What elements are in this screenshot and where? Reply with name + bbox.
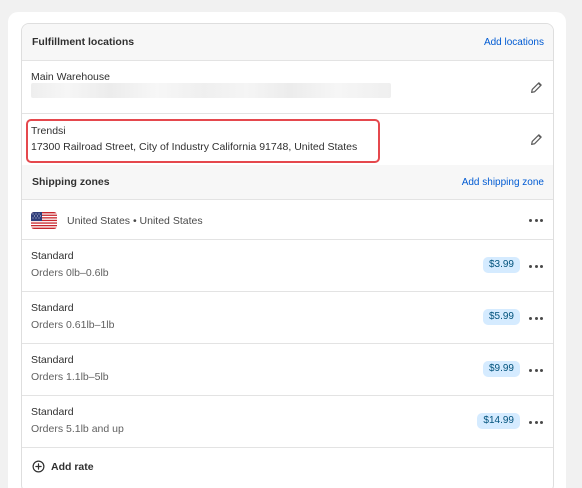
add-rate-button[interactable]: Add rate bbox=[32, 460, 94, 473]
us-flag-icon bbox=[31, 212, 57, 229]
shipping-zones-header: Shipping zones Add shipping zone bbox=[22, 165, 553, 199]
rate-name: Standard bbox=[31, 406, 74, 418]
more-actions-icon[interactable] bbox=[529, 315, 543, 321]
rate-condition: Orders 0lb–0.6lb bbox=[31, 267, 109, 279]
zone-label: United States • United States bbox=[67, 215, 203, 227]
location-row-trendsi: Trendsi 17300 Railroad Street, City of I… bbox=[22, 113, 553, 165]
location-address: 17300 Railroad Street, City of Industry … bbox=[31, 141, 358, 153]
add-shipping-zone-link[interactable]: Add shipping zone bbox=[462, 177, 544, 188]
location-name: Trendsi bbox=[31, 125, 66, 137]
zone-row-united-states: United States • United States bbox=[22, 199, 553, 239]
more-actions-icon[interactable] bbox=[529, 367, 543, 373]
rate-price-badge: $14.99 bbox=[477, 413, 520, 429]
rate-condition: Orders 1.1lb–5lb bbox=[31, 371, 109, 383]
rate-row: Standard Orders 1.1lb–5lb $9.99 bbox=[22, 343, 553, 395]
shipping-settings-card: Fulfillment locations Add locations Main… bbox=[21, 23, 554, 488]
redacted-address bbox=[31, 83, 391, 98]
rate-price-badge: $3.99 bbox=[482, 257, 520, 273]
location-name: Main Warehouse bbox=[31, 71, 110, 83]
rate-name: Standard bbox=[31, 302, 74, 314]
edit-pencil-icon[interactable] bbox=[529, 133, 543, 147]
more-actions-icon[interactable] bbox=[529, 263, 543, 269]
rate-price-badge: $5.99 bbox=[482, 309, 520, 325]
rate-name: Standard bbox=[31, 250, 74, 262]
add-locations-link[interactable]: Add locations bbox=[484, 37, 544, 48]
fulfillment-locations-title: Fulfillment locations bbox=[32, 36, 135, 48]
edit-pencil-icon[interactable] bbox=[529, 81, 543, 95]
rate-price-badge: $9.99 bbox=[482, 361, 520, 377]
shipping-zones-title: Shipping zones bbox=[32, 176, 110, 188]
fulfillment-locations-header: Fulfillment locations Add locations bbox=[22, 24, 553, 60]
rate-row: Standard Orders 0.61lb–1lb $5.99 bbox=[22, 291, 553, 343]
rate-condition: Orders 5.1lb and up bbox=[31, 423, 124, 435]
rate-row: Standard Orders 5.1lb and up $14.99 bbox=[22, 395, 553, 447]
more-actions-icon[interactable] bbox=[529, 419, 543, 425]
add-rate-row: Add rate bbox=[22, 447, 553, 488]
more-actions-icon[interactable] bbox=[529, 217, 543, 223]
rate-condition: Orders 0.61lb–1lb bbox=[31, 319, 115, 331]
rate-name: Standard bbox=[31, 354, 74, 366]
rate-row: Standard Orders 0lb–0.6lb $3.99 bbox=[22, 239, 553, 291]
location-row-main-warehouse: Main Warehouse bbox=[22, 60, 553, 113]
plus-circle-icon bbox=[32, 460, 45, 473]
add-rate-label: Add rate bbox=[51, 460, 94, 473]
